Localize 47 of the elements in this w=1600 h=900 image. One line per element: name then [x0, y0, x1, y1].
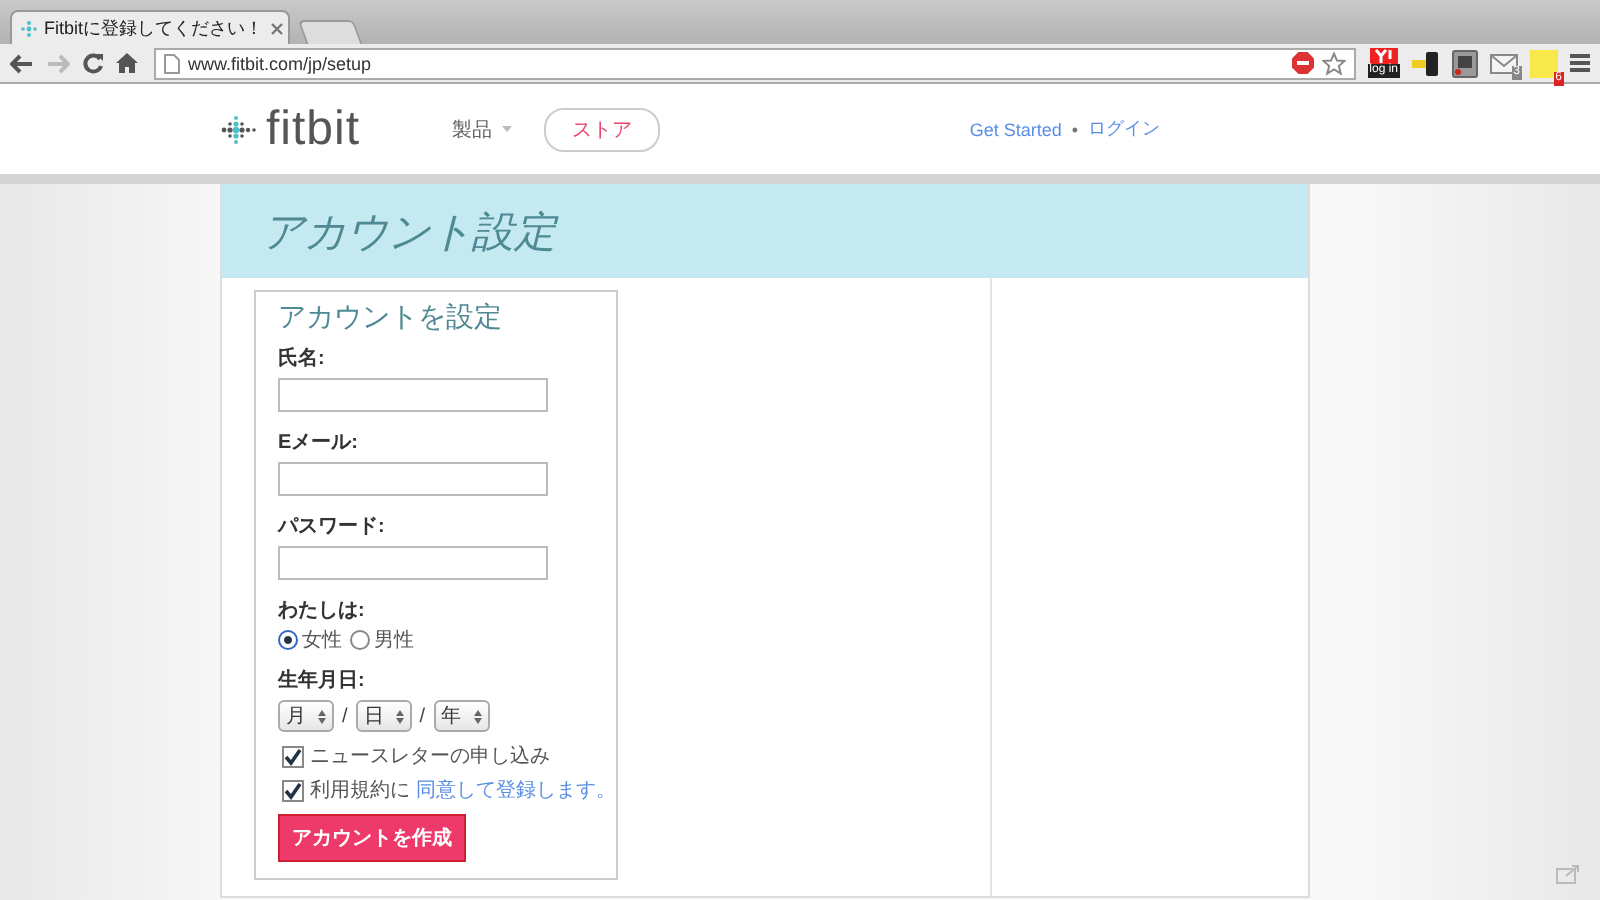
- form-title: アカウントを設定: [278, 300, 504, 336]
- separator: /: [419, 705, 426, 727]
- radio-button[interactable]: [278, 630, 298, 650]
- checkbox-label[interactable]: ニュースレターの申し込み: [310, 742, 550, 770]
- field-label: 氏名:: [278, 345, 327, 372]
- separator-dot: •: [1071, 119, 1078, 139]
- logo-text[interactable]: fitbit: [266, 101, 361, 157]
- store-button[interactable]: ストア: [544, 107, 661, 151]
- checkbox-label[interactable]: 利用規約に 同意して登録します。: [310, 776, 616, 804]
- caret-icon: [502, 126, 513, 132]
- reload-icon[interactable]: [82, 52, 104, 74]
- radio-button[interactable]: [350, 630, 370, 650]
- field-label: 生年月日:: [278, 667, 367, 694]
- field-label: パスワード:: [278, 514, 387, 540]
- dropdown[interactable]: 月: [278, 700, 334, 732]
- field-label: Eメール:: [278, 430, 360, 456]
- radio-label[interactable]: 女性: [302, 626, 342, 654]
- input-field[interactable]: [278, 378, 548, 412]
- input-field[interactable]: [278, 546, 548, 580]
- logo-icon[interactable]: [220, 113, 258, 145]
- updown-arrows-icon: [395, 709, 404, 723]
- checkbox[interactable]: [282, 745, 304, 767]
- updown-arrows-icon: [318, 709, 326, 723]
- checkbox[interactable]: [282, 779, 304, 801]
- page-icon: [164, 53, 180, 73]
- input-field[interactable]: [278, 462, 548, 496]
- field-label: わたしは:: [278, 598, 367, 624]
- address-bar[interactable]: www.fitbit.com/jp/setup: [154, 47, 1356, 79]
- back-icon[interactable]: [10, 53, 34, 73]
- separator: /: [342, 705, 348, 727]
- radio-label[interactable]: 男性: [374, 626, 414, 654]
- page-title: アカウント設定: [262, 205, 556, 259]
- browser-tab[interactable]: Fitbitに登録してください！: [10, 10, 290, 44]
- stop-sign-icon[interactable]: [1291, 52, 1314, 74]
- close-icon[interactable]: [269, 21, 284, 35]
- home-icon[interactable]: [116, 52, 138, 74]
- star-icon[interactable]: [1321, 51, 1346, 75]
- create-account-button[interactable]: アカウントを作成: [278, 814, 466, 862]
- dropdown[interactable]: 日: [355, 700, 412, 732]
- updown-arrows-icon: [473, 709, 482, 723]
- mail-icon[interactable]: [1490, 53, 1518, 73]
- menu-icon[interactable]: [1570, 54, 1590, 72]
- url-text: www.fitbit.com/jp/setup: [188, 53, 374, 73]
- logo-icon: [20, 19, 38, 37]
- y-logo-icon[interactable]: [1369, 48, 1398, 64]
- nav-menu[interactable]: 製品: [452, 115, 493, 143]
- dropdown[interactable]: 年: [433, 700, 490, 732]
